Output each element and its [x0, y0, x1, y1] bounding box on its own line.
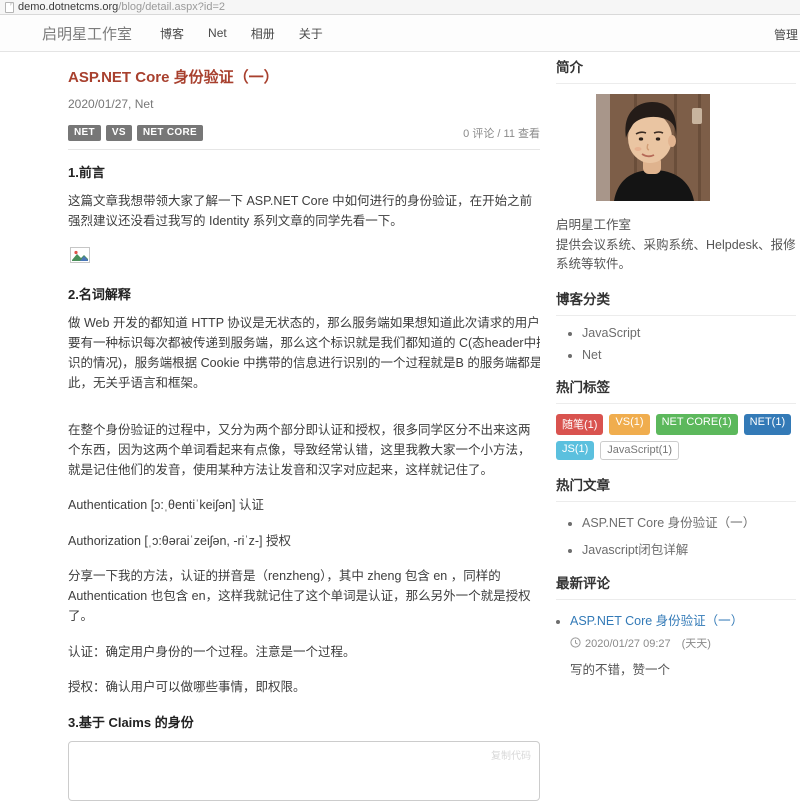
nav-item-blog[interactable]: 博客	[158, 21, 186, 46]
article-paragraph-authorization: Authorization [ˌɔ:θəraiˈzeiʃən, -riˈz-] …	[68, 533, 291, 548]
tag-badge-vs[interactable]: VS(1)	[609, 413, 650, 435]
article-tag-net[interactable]: NET	[68, 125, 101, 141]
comment-article-link[interactable]: ASP.NET Core 身份验证（一）	[570, 614, 743, 628]
article-comment-view-count: 0 评论 / 11 查看	[463, 128, 540, 140]
paragraph-line: 此，无关乎语言和框架。	[68, 376, 206, 391]
article-paragraph-obscured: 做 Web 开发的都知道 HTTP 协议是无状态的，那么服务端如果想知道此次请求…	[68, 313, 540, 394]
avatar	[596, 94, 796, 206]
sidebar-section-latest-comments: 最新评论 ASP.NET Core 身份验证（一） 2020/01/27 09:…	[556, 572, 796, 678]
article-tag-row: NET VS NET CORE 0 评论 / 11 查看	[68, 125, 540, 141]
comment-item: ASP.NET Core 身份验证（一） 2020/01/27 09:27 (天…	[570, 610, 796, 678]
top-navbar: 启明星工作室 博客 Net 相册 关于 管理	[0, 15, 800, 52]
paragraph-line: 要有一种标识每次都被传递到服务端，那么这个标识就是我们都知道的 C(	[68, 335, 473, 350]
hot-article-item-2[interactable]: Javascript闭包详解	[582, 539, 796, 558]
browser-address-bar[interactable]: demo.dotnetcms.org/blog/detail.aspx?id=2	[0, 0, 800, 15]
category-item-net[interactable]: Net	[582, 348, 796, 362]
section-heading-2: 2.名词解释	[68, 286, 131, 302]
section-heading-3: 3.基于 Claims 的身份	[68, 715, 194, 730]
article-main-column: ASP.NET Core 身份验证（一） 2020/01/27, Net NET…	[68, 66, 540, 801]
broken-image-icon[interactable]	[70, 246, 90, 263]
nav-item-net[interactable]: Net	[206, 22, 229, 44]
paragraph-line: B 的服务端都是如	[455, 356, 540, 370]
tag-badge-javascript[interactable]: JavaScript(1)	[600, 440, 680, 460]
section-heading-1: 1.前言	[68, 165, 105, 180]
page-favicon-icon	[5, 1, 14, 13]
comment-text: 写的不错，赞一个	[570, 662, 671, 677]
categories-heading: 博客分类	[556, 288, 796, 316]
article-paragraph: 认证：确定用户身份的一个过程。注意是一个过程。	[68, 644, 356, 659]
sidebar: 简介 启明星工作室 提供会议系统、采购系统、Helpdesk、报修系统等软件。 …	[556, 56, 796, 692]
article-paragraph: 这篇文章我想带领大家了解一下 ASP.NET Core 中如何进行的身份验证，在…	[68, 194, 533, 229]
intro-heading: 简介	[556, 56, 796, 84]
article-paragraph: 授权：确认用户可以做哪些事情，即权限。	[68, 679, 306, 694]
sidebar-section-intro: 简介 启明星工作室 提供会议系统、采购系统、Helpdesk、报修系统等软件。	[556, 56, 796, 274]
sidebar-section-categories: 博客分类 JavaScript Net	[556, 288, 796, 362]
brand-logo[interactable]: 启明星工作室	[42, 23, 132, 44]
copy-code-button[interactable]: 复制代码	[491, 751, 531, 762]
hot-articles-heading: 热门文章	[556, 474, 796, 502]
article-date-category: 2020/01/27, Net	[68, 97, 154, 111]
hot-tags-heading: 热门标签	[556, 376, 796, 404]
intro-description: 提供会议系统、采购系统、Helpdesk、报修系统等软件。	[556, 238, 796, 271]
tag-badge-net[interactable]: NET(1)	[743, 413, 792, 435]
hot-article-item-1[interactable]: ASP.NET Core 身份验证（一）	[582, 512, 796, 531]
latest-comments-heading: 最新评论	[556, 572, 796, 600]
paragraph-line: 态header中携带标	[472, 335, 540, 350]
tag-badge-js[interactable]: JS(1)	[556, 440, 595, 460]
code-block: 复制代码	[68, 741, 540, 801]
paragraph-line: 识的情况)，服务端根据 Cookie 中携带的信息进行识别的一个过程就是	[68, 356, 456, 370]
sidebar-section-hot-tags: 热门标签 随笔(1) VS(1) NET CORE(1) NET(1) JS(1…	[556, 376, 796, 460]
category-item-javascript[interactable]: JavaScript	[582, 326, 796, 340]
paragraph-line: 做 Web 开发的都知道 HTTP 协议是无状态的，那么服务端如果想知道此次请求…	[68, 315, 540, 330]
comment-date-author: 2020/01/27 09:27 (天天)	[585, 637, 711, 650]
sidebar-section-hot-articles: 热门文章 ASP.NET Core 身份验证（一） Javascript闭包详解	[556, 474, 796, 558]
article-title[interactable]: ASP.NET Core 身份验证（一）	[68, 66, 540, 87]
article-tag-netcore[interactable]: NET CORE	[136, 125, 203, 141]
comment-meta: 2020/01/27 09:27 (天天)	[570, 635, 796, 651]
clock-icon	[570, 637, 581, 648]
tag-badge-suibi[interactable]: 随笔(1)	[556, 413, 604, 435]
article-divider	[68, 149, 540, 150]
article-paragraph-authentication: Authentication [ɔ:ˌθentiˈkeiʃən] 认证	[68, 498, 264, 513]
nav-item-about[interactable]: 关于	[297, 21, 325, 46]
intro-name: 启明星工作室	[556, 218, 632, 232]
tag-badge-netcore[interactable]: NET CORE(1)	[655, 413, 738, 435]
url-domain: demo.dotnetcms.org	[18, 1, 119, 13]
article-paragraph: 在整个身份验证的过程中，又分为两个部分即认证和授权，很多同学区分不出来这两个东西…	[68, 422, 531, 478]
article-tag-vs[interactable]: VS	[105, 125, 132, 141]
url-path: /blog/detail.aspx?id=2	[118, 1, 225, 13]
nav-item-album[interactable]: 相册	[249, 21, 277, 46]
article-paragraph: 分享一下我的方法，认证的拼音是（renzheng），其中 zheng 包含 en…	[68, 568, 531, 624]
nav-item-admin[interactable]: 管理	[774, 26, 798, 43]
